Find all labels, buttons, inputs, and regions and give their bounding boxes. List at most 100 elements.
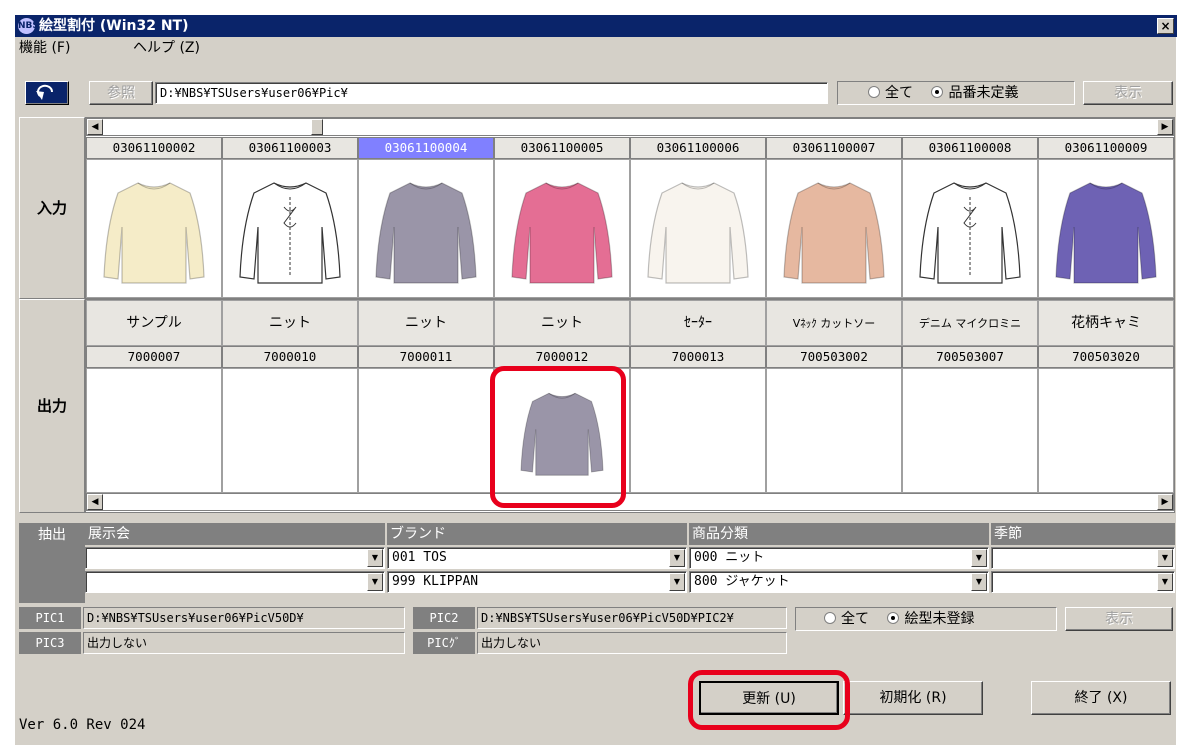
filter-combo-value: 800 ジャケット — [694, 574, 790, 589]
output-image-cell[interactable] — [222, 368, 358, 493]
pink-top-photo — [502, 167, 622, 291]
input-image-cell[interactable] — [358, 159, 494, 298]
chevron-down-icon[interactable]: ▼ — [971, 573, 987, 591]
filter-combo[interactable]: ▼ — [991, 547, 1175, 569]
exit-button[interactable]: 終了 (X) — [1031, 681, 1171, 715]
radio-undefined[interactable]: 品番未定義 — [931, 85, 1018, 101]
input-code[interactable]: 03061100003 — [222, 137, 358, 159]
menu-bar: 機能 (F) ヘルプ (Z) — [15, 37, 1177, 59]
output-name: ニット — [358, 300, 494, 346]
output-grid: サンプル 7000007 ニット 7000010 ニット 7000011 ニット 700001… — [85, 299, 1175, 513]
output-image-cell[interactable] — [766, 368, 902, 493]
output-name: デニム マイクロミニ — [902, 300, 1038, 346]
input-code[interactable]: 03061100008 — [902, 137, 1038, 159]
input-code[interactable]: 03061100009 — [1038, 137, 1174, 159]
filter-combo-value: 001 TOS — [392, 550, 447, 565]
filter-combo[interactable]: ▼ — [85, 547, 385, 569]
show-button-top[interactable]: 表示 — [1083, 81, 1173, 105]
output-label: 出力 — [19, 299, 85, 513]
filter-combo[interactable]: 001 TOS ▼ — [387, 547, 687, 569]
output-code: 7000011 — [358, 346, 494, 368]
output-image-cell[interactable] — [630, 368, 766, 493]
chevron-down-icon[interactable]: ▼ — [669, 549, 685, 567]
radio-unregistered[interactable]: 絵型未登録 — [887, 611, 974, 627]
output-code: 7000010 — [222, 346, 358, 368]
input-image-cell[interactable] — [766, 159, 902, 298]
picg-label: PICｸﾞ — [413, 632, 475, 654]
output-image-cell[interactable] — [902, 368, 1038, 493]
chevron-down-icon[interactable]: ▼ — [669, 573, 685, 591]
pic-path-field[interactable]: D:¥NBS¥TSUsers¥user06¥Pic¥ — [155, 82, 828, 104]
output-code: 7000013 — [630, 346, 766, 368]
radio-pic-all[interactable]: 全て — [824, 611, 869, 627]
filter-label: 抽出 — [19, 523, 85, 603]
window-title: 絵型割付 (Win32 NT) — [39, 18, 189, 34]
picg-value: 出力しない — [477, 632, 787, 654]
chevron-down-icon[interactable]: ▼ — [367, 549, 383, 567]
close-icon[interactable]: × — [1157, 18, 1174, 34]
init-button[interactable]: 初期化 (R) — [843, 681, 983, 715]
scroll-left-icon[interactable]: ◀ — [87, 494, 103, 510]
browse-button[interactable]: 参照 — [89, 81, 153, 105]
back-button[interactable] — [25, 81, 69, 105]
gray-knit-photo — [513, 380, 611, 482]
nbs-app-icon: NBS — [18, 18, 39, 34]
pic2-value: D:¥NBS¥TSUsers¥user06¥PicV50D¥PIC2¥ — [477, 607, 787, 629]
output-name: サンプル — [86, 300, 222, 346]
output-scrollbar[interactable]: ◀ ▶ — [86, 493, 1174, 511]
chevron-down-icon[interactable]: ▼ — [367, 573, 383, 591]
output-code: 700503020 — [1038, 346, 1174, 368]
output-code: 700503007 — [902, 346, 1038, 368]
output-image-cell[interactable] — [358, 368, 494, 493]
output-code: 700503002 — [766, 346, 902, 368]
input-image-cell[interactable] — [630, 159, 766, 298]
output-image-cell[interactable] — [494, 368, 630, 493]
menu-function[interactable]: 機能 (F) — [19, 37, 70, 59]
back-arrow-icon — [36, 84, 54, 100]
radio-all-icon — [868, 86, 880, 98]
pic1-value: D:¥NBS¥TSUsers¥user06¥PicV50D¥ — [83, 607, 405, 629]
chevron-down-icon[interactable]: ▼ — [971, 549, 987, 567]
output-name: 花柄キャミ — [1038, 300, 1174, 346]
output-image-cell[interactable] — [1038, 368, 1174, 493]
input-image-cell[interactable] — [902, 159, 1038, 298]
input-image-cell[interactable] — [222, 159, 358, 298]
scroll-left-icon[interactable]: ◀ — [87, 119, 103, 135]
filter-combo[interactable]: 000 ニット ▼ — [689, 547, 989, 569]
filter-combo[interactable]: ▼ — [85, 571, 385, 593]
radio-all[interactable]: 全て — [868, 85, 913, 101]
radio-undefined-icon — [931, 86, 944, 98]
filter-combo[interactable]: ▼ — [991, 571, 1175, 593]
beige-jacket-photo — [774, 167, 894, 291]
input-image-cell[interactable] — [86, 159, 222, 298]
chevron-down-icon[interactable]: ▼ — [1157, 573, 1173, 591]
input-image-cell[interactable] — [494, 159, 630, 298]
filter-combo[interactable]: 999 KLIPPAN ▼ — [387, 571, 687, 593]
pic-radio-group: 全て 絵型未登録 — [795, 607, 1057, 631]
input-code[interactable]: 03061100002 — [86, 137, 222, 159]
input-image-cell[interactable] — [1038, 159, 1174, 298]
filter-combo[interactable]: 800 ジャケット ▼ — [689, 571, 989, 593]
chevron-down-icon[interactable]: ▼ — [1157, 549, 1173, 567]
menu-help[interactable]: ヘルプ (Z) — [133, 37, 200, 59]
scroll-thumb[interactable] — [311, 119, 323, 135]
radio-unregistered-icon — [887, 612, 900, 624]
pic1-label: PIC1 — [19, 607, 81, 629]
input-code[interactable]: 03061100004 — [358, 137, 494, 159]
output-code: 7000007 — [86, 346, 222, 368]
input-scrollbar[interactable]: ◀ ▶ — [86, 118, 1174, 136]
pic3-label: PIC3 — [19, 632, 81, 654]
input-code[interactable]: 03061100005 — [494, 137, 630, 159]
filter-header: ブランド — [387, 523, 687, 545]
output-name: ニット — [222, 300, 358, 346]
update-button[interactable]: 更新 (U) — [699, 681, 839, 715]
output-image-cell[interactable] — [86, 368, 222, 493]
gray-knit-photo — [366, 167, 486, 291]
scroll-right-icon[interactable]: ▶ — [1157, 494, 1173, 510]
scroll-right-icon[interactable]: ▶ — [1157, 119, 1173, 135]
pic3-value: 出力しない — [83, 632, 405, 654]
input-code[interactable]: 03061100006 — [630, 137, 766, 159]
input-code[interactable]: 03061100007 — [766, 137, 902, 159]
show-button-pic[interactable]: 表示 — [1065, 607, 1173, 631]
title-bar: NBS 絵型割付 (Win32 NT) × — [15, 15, 1177, 37]
